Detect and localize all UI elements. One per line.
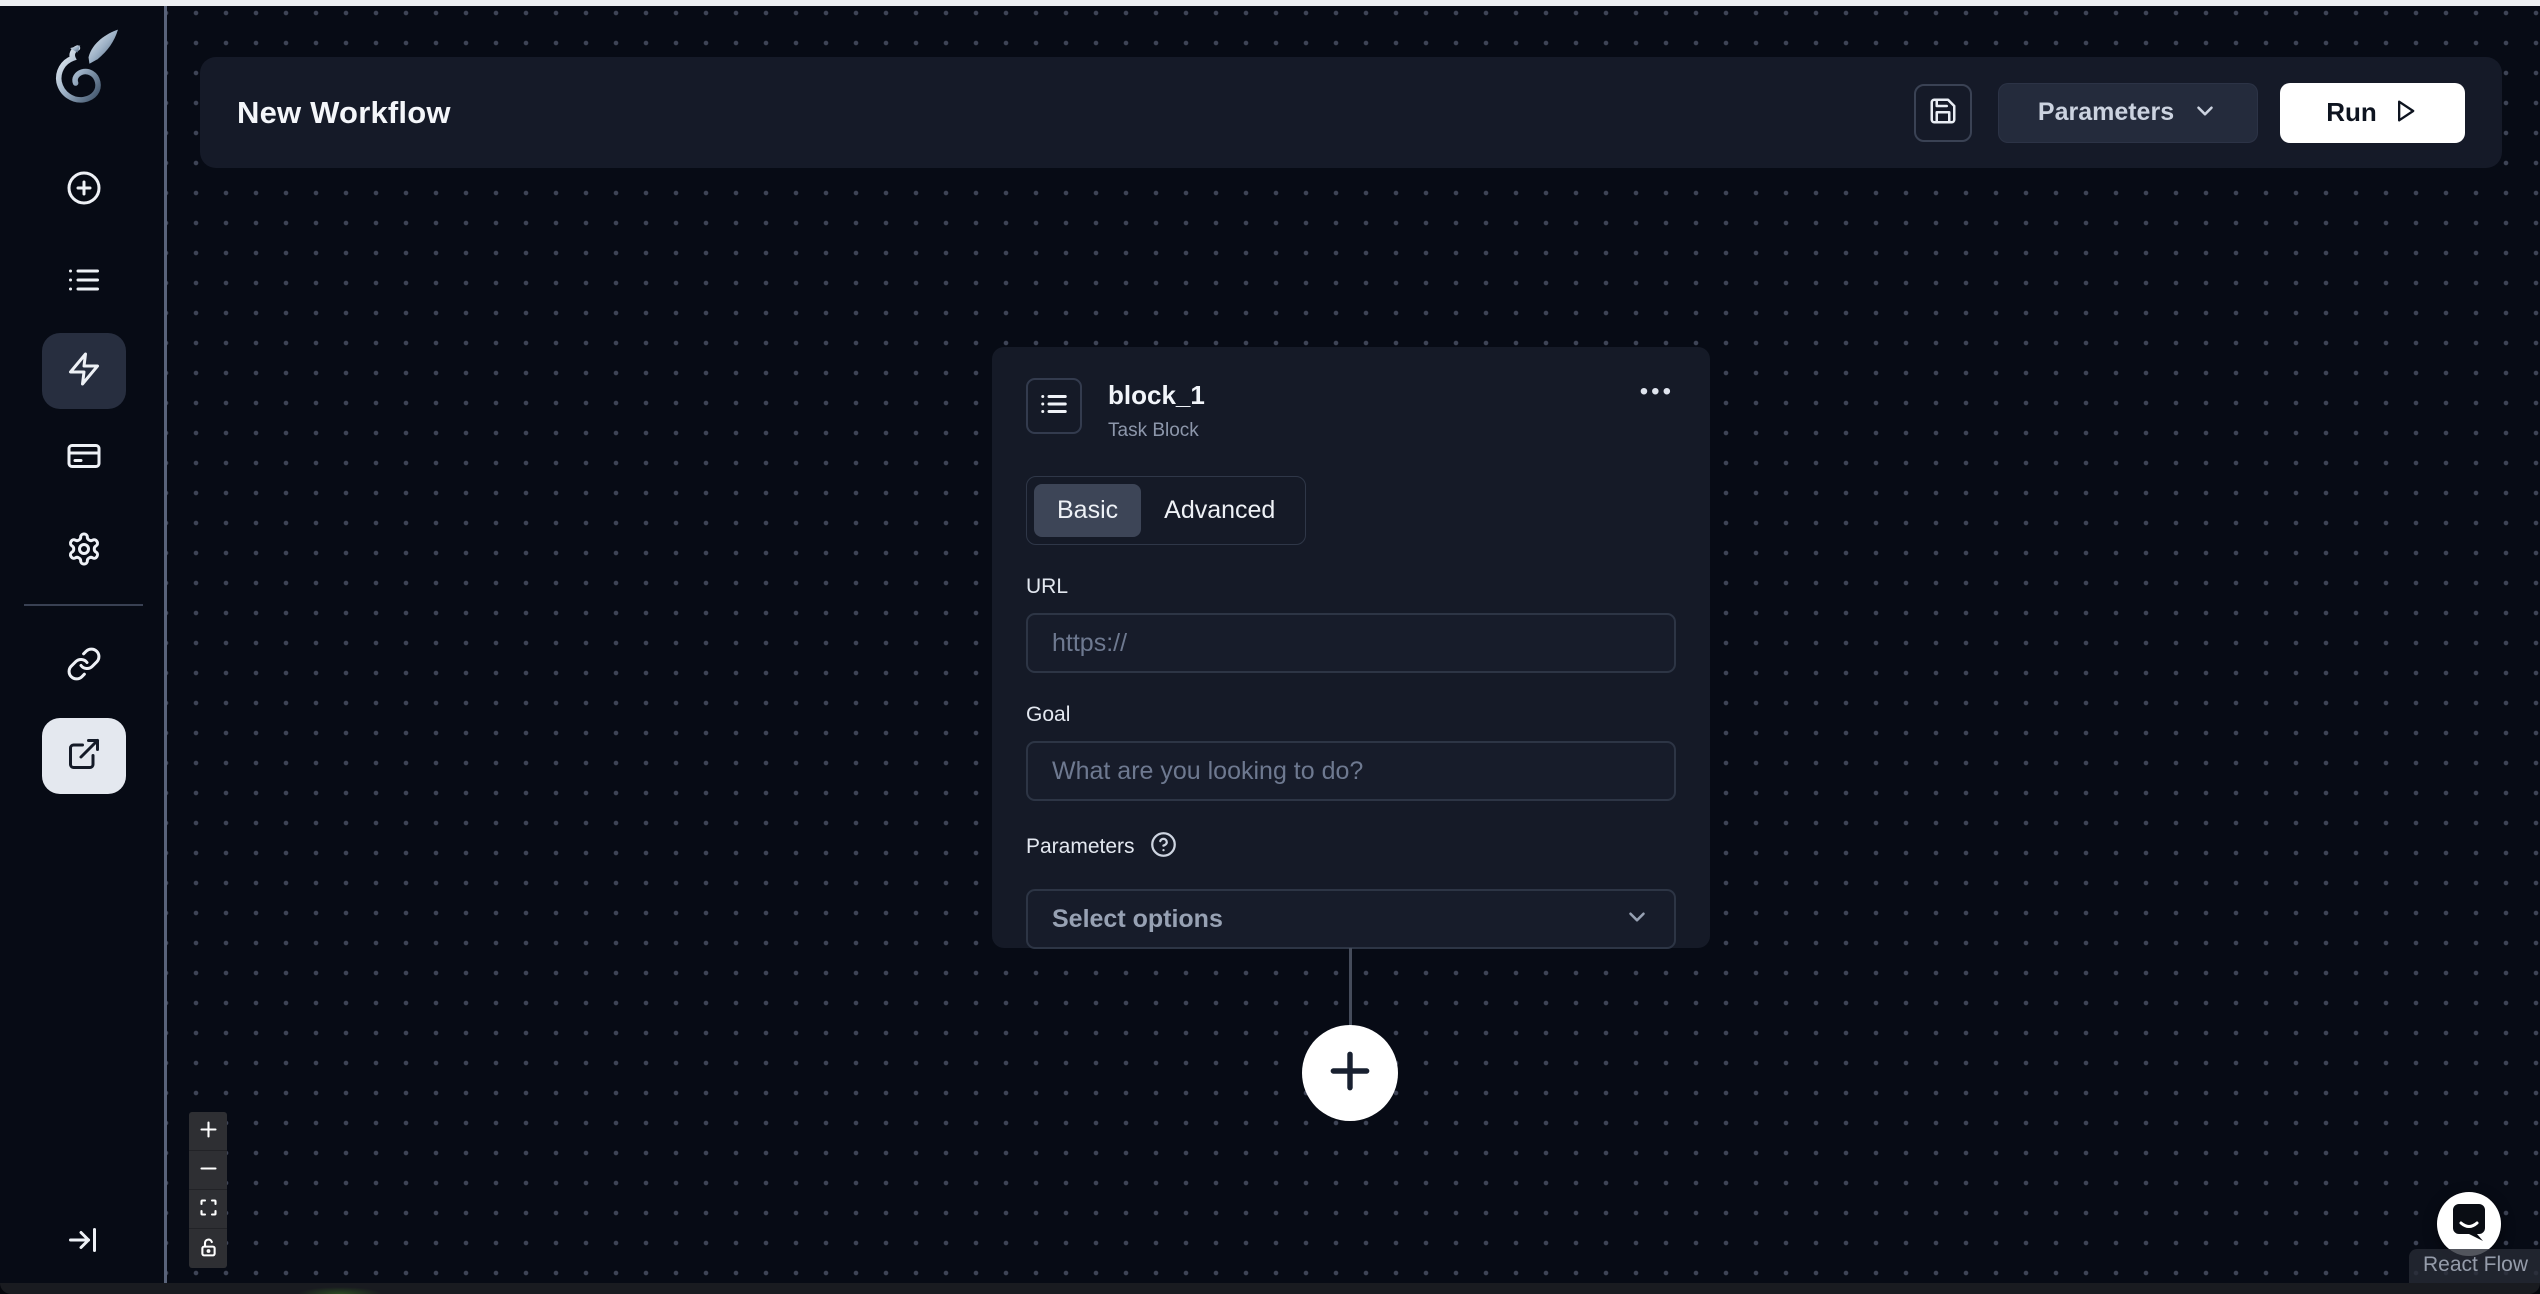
plus-icon xyxy=(198,1119,219,1143)
tab-basic[interactable]: Basic xyxy=(1034,484,1141,537)
chat-widget-button[interactable] xyxy=(2437,1192,2501,1256)
block-subtitle: Task Block xyxy=(1108,420,1205,442)
block-title[interactable]: block_1 xyxy=(1108,380,1205,411)
header-actions: Parameters Run xyxy=(1914,57,2465,168)
url-input[interactable] xyxy=(1026,613,1676,673)
workflow-editor-app: New Workflow Parameters Run xyxy=(0,0,2540,1294)
task-block-header: block_1 Task Block ••• xyxy=(1026,378,1676,442)
sidebar-item-settings[interactable] xyxy=(42,513,126,589)
goal-field-group: Goal xyxy=(1026,703,1676,801)
sidebar-item-credentials[interactable] xyxy=(42,420,126,496)
lock-icon xyxy=(198,1237,219,1261)
zoom-out-button[interactable] xyxy=(189,1151,227,1190)
arrow-right-to-line-icon xyxy=(66,1222,102,1263)
chevron-down-icon xyxy=(2192,98,2218,127)
parameters-field-group: Parameters Select options xyxy=(1026,831,1676,949)
react-flow-attribution[interactable]: React Flow xyxy=(2409,1249,2540,1283)
plus-icon xyxy=(1325,1046,1375,1101)
canvas-controls xyxy=(189,1112,227,1268)
list-icon xyxy=(66,262,102,303)
chevron-down-icon xyxy=(1624,904,1650,935)
minus-icon xyxy=(198,1158,219,1182)
sidebar xyxy=(0,6,167,1283)
parameters-select-placeholder: Select options xyxy=(1052,905,1223,934)
block-tabs: Basic Advanced xyxy=(1026,476,1306,545)
block-type-icon-box xyxy=(1026,378,1082,434)
fit-view-icon xyxy=(198,1197,219,1221)
add-block-button[interactable] xyxy=(1302,1025,1398,1121)
fit-view-button[interactable] xyxy=(189,1190,227,1229)
parameters-select[interactable]: Select options xyxy=(1026,889,1676,949)
workflow-edge xyxy=(1349,948,1352,1026)
main-area: New Workflow Parameters Run xyxy=(0,6,2540,1283)
run-button[interactable]: Run xyxy=(2280,83,2465,143)
run-button-label: Run xyxy=(2326,97,2377,128)
dragon-logo xyxy=(37,26,129,118)
goal-label: Goal xyxy=(1026,703,1676,727)
url-label: URL xyxy=(1026,575,1676,599)
gear-icon xyxy=(66,531,102,572)
link-icon xyxy=(66,646,102,687)
task-block-node[interactable]: block_1 Task Block ••• Basic Advanced UR… xyxy=(992,347,1710,948)
tab-advanced[interactable]: Advanced xyxy=(1141,484,1298,537)
goal-input[interactable] xyxy=(1026,741,1676,801)
workflow-canvas[interactable]: New Workflow Parameters Run xyxy=(167,6,2540,1283)
zoom-in-button[interactable] xyxy=(189,1112,227,1151)
sidebar-item-workflows[interactable] xyxy=(42,244,126,320)
lightning-icon xyxy=(66,351,102,392)
page-title: New Workflow xyxy=(237,95,451,131)
sidebar-item-runs[interactable] xyxy=(42,333,126,409)
sidebar-expand-button[interactable] xyxy=(42,1204,126,1280)
block-titles: block_1 Task Block xyxy=(1108,378,1205,442)
parameters-button[interactable]: Parameters xyxy=(1998,83,2258,143)
parameters-label-row: Parameters xyxy=(1026,831,1676,863)
block-menu-button[interactable]: ••• xyxy=(1640,380,1674,404)
floppy-disk-icon xyxy=(1928,96,1958,129)
parameters-label: Parameters xyxy=(1026,835,1135,859)
workflow-header-panel: New Workflow Parameters Run xyxy=(200,57,2502,168)
help-circle-icon[interactable] xyxy=(1150,831,1177,863)
parameters-button-label: Parameters xyxy=(2038,98,2174,127)
window-bottom-edge xyxy=(0,1283,2540,1294)
credit-card-icon xyxy=(66,438,102,479)
lock-button[interactable] xyxy=(189,1229,227,1268)
play-icon xyxy=(2391,97,2419,128)
external-link-icon xyxy=(66,736,102,777)
plus-circle-icon xyxy=(66,170,102,211)
save-button[interactable] xyxy=(1914,84,1972,142)
sidebar-item-create[interactable] xyxy=(42,152,126,228)
sidebar-item-link[interactable] xyxy=(42,628,126,704)
list-icon xyxy=(1039,389,1069,424)
url-field-group: URL xyxy=(1026,575,1676,673)
sidebar-item-open-external[interactable] xyxy=(42,718,126,794)
sidebar-divider xyxy=(24,604,143,606)
